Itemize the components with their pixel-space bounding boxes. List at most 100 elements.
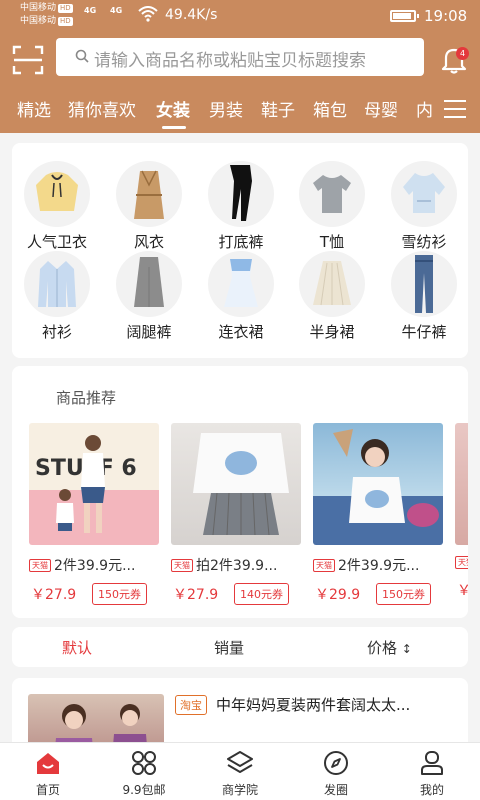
layers-icon <box>227 751 253 773</box>
sort-default[interactable]: 默认 <box>62 637 92 658</box>
skirt-icon <box>299 251 365 317</box>
recommend-section: 商品推荐 STUFF 6 天猫 2件39.9元... ￥27.9 150元券 天… <box>12 366 468 618</box>
tmall-tag: 天猫 <box>313 559 335 572</box>
search-input[interactable]: 请输入商品名称或粘贴宝贝标题搜索 <box>56 38 424 76</box>
nav-label: 商学院 <box>221 783 258 797</box>
category-dress[interactable]: 连衣裙 <box>201 251 281 342</box>
product-card[interactable]: 天猫 拍2件39.9... ￥27.9 140元券 <box>171 423 301 605</box>
compass-icon <box>324 751 348 775</box>
hoodie-icon <box>24 161 90 227</box>
product-image <box>313 423 443 545</box>
product-card[interactable]: STUFF 6 天猫 2件39.9元... ￥27.9 150元券 <box>29 423 159 605</box>
bottom-nav: 首页 9.9包邮 商学院 发圈 我的 <box>0 742 480 800</box>
category-chiffon[interactable]: 雪纺衫 <box>384 161 464 252</box>
home-icon <box>37 753 59 774</box>
category-tshirt[interactable]: T恤 <box>292 161 372 252</box>
scan-icon[interactable] <box>12 44 44 76</box>
leggings-icon <box>208 161 274 227</box>
product-image: STUFF 6 <box>29 423 159 545</box>
tmall-tag: 天猫 <box>171 559 193 572</box>
category-jeans[interactable]: 牛仔裤 <box>384 251 464 342</box>
category-label: 牛仔裤 <box>401 323 447 341</box>
shirt-icon <box>24 251 90 317</box>
tab-underwear[interactable]: 内 <box>416 96 433 121</box>
product-price-row: ￥27.9 140元券 <box>171 583 301 605</box>
category-shirt[interactable]: 衬衫 <box>17 251 97 342</box>
trench-coat-icon <box>116 161 182 227</box>
nav-label: 首页 <box>35 783 60 797</box>
tshirt-icon <box>299 161 365 227</box>
nav-label: 我的 <box>419 783 444 797</box>
tab-womens[interactable]: 女装 <box>156 96 190 121</box>
product-image <box>171 423 301 545</box>
signal-2: 4G <box>110 6 123 15</box>
tab-featured[interactable]: 精选 <box>17 96 51 121</box>
tmall-tag: 天猫 <box>455 556 468 569</box>
wifi-icon <box>138 6 158 22</box>
product-card[interactable]: 天猫 2件39.9元... ￥29.9 150元券 <box>313 423 443 605</box>
nav-academy[interactable]: 商学院 <box>192 743 288 800</box>
sort-price[interactable]: 价格 ↕ <box>367 637 412 658</box>
tmall-tag: 天猫 <box>29 559 51 572</box>
product-price-row: ￥29.9 150元券 <box>313 583 443 605</box>
tab-shoes[interactable]: 鞋子 <box>261 96 295 121</box>
sort-bar: 默认 销量 价格 ↕ <box>12 627 468 667</box>
jeans-icon <box>391 251 457 317</box>
network-speed: 49.4K/s <box>165 7 218 23</box>
nav-moments[interactable]: 发圈 <box>288 743 384 800</box>
tab-mens[interactable]: 男装 <box>209 96 243 121</box>
category-label: 半身裙 <box>309 323 355 341</box>
category-wide-pants[interactable]: 阔腿裤 <box>109 251 189 342</box>
product-card[interactable]: 天猫 ￥ <box>455 423 468 601</box>
status-bar: 中国移动 HD 中国移动 HD 4G 4G 49.4K/s 19:08 <box>0 0 480 32</box>
product-price: ￥27.9 <box>173 587 219 603</box>
category-label: 连衣裙 <box>218 323 264 341</box>
sort-price-label: 价格 <box>367 639 398 657</box>
top-header: 中国移动 HD 中国移动 HD 4G 4G 49.4K/s 19:08 请输入商品名… <box>0 0 480 133</box>
dress-icon <box>208 251 274 317</box>
nav-label: 9.9包邮 <box>122 783 166 797</box>
carrier-2: 中国移动 HD <box>20 16 73 26</box>
coupon-tag[interactable]: 140元券 <box>234 583 289 605</box>
category-label: 风衣 <box>133 233 164 251</box>
category-label: 阔腿裤 <box>126 323 172 341</box>
product-price-row: ￥ <box>455 579 468 601</box>
coupon-tag[interactable]: 150元券 <box>92 583 147 605</box>
tab-baby[interactable]: 母婴 <box>364 96 398 121</box>
category-hoodie[interactable]: 人气卫衣 <box>17 161 97 252</box>
category-label: T恤 <box>319 233 345 251</box>
sort-sales[interactable]: 销量 <box>214 637 244 658</box>
category-skirt[interactable]: 半身裙 <box>292 251 372 342</box>
nav-home[interactable]: 首页 <box>0 743 96 800</box>
list-item-title: 中年妈妈夏装两件套阔太太... <box>216 696 411 714</box>
recommend-title: 商品推荐 <box>56 389 117 407</box>
product-name: 天猫 拍2件39.9... <box>171 555 301 575</box>
tab-bags[interactable]: 箱包 <box>313 96 347 121</box>
product-price: ￥29.9 <box>315 587 361 603</box>
profile-icon <box>421 751 443 775</box>
taobao-tag: 淘宝 <box>175 695 207 715</box>
tab-guess-you-like[interactable]: 猜你喜欢 <box>68 96 136 121</box>
search-placeholder: 请输入商品名称或粘贴宝贝标题搜索 <box>94 51 366 71</box>
category-label: 人气卫衣 <box>26 233 87 251</box>
coupon-tag[interactable]: 150元券 <box>376 583 431 605</box>
category-trench-coat[interactable]: 风衣 <box>109 161 189 252</box>
carrier-1: 中国移动 HD <box>20 3 73 13</box>
category-label: 衬衫 <box>41 323 72 341</box>
nav-free-shipping[interactable]: 9.9包邮 <box>96 743 192 800</box>
product-price: ￥27.9 <box>31 587 77 603</box>
category-tabs: 精选 猜你喜欢 女装 男装 鞋子 箱包 母婴 内 <box>0 96 440 124</box>
search-icon <box>75 49 89 63</box>
nav-profile[interactable]: 我的 <box>384 743 480 800</box>
product-price-row: ￥27.9 150元券 <box>29 583 159 605</box>
grid-icon <box>132 751 156 775</box>
menu-icon[interactable] <box>444 100 466 118</box>
product-name: 天猫 <box>455 555 468 571</box>
category-leggings[interactable]: 打底裤 <box>201 161 281 252</box>
chiffon-blouse-icon <box>391 161 457 227</box>
nav-label: 发圈 <box>323 783 348 797</box>
sort-arrows-icon: ↕ <box>401 642 412 656</box>
battery-icon <box>390 10 419 22</box>
category-label: 雪纺衫 <box>401 233 447 251</box>
wide-pants-icon <box>116 251 182 317</box>
